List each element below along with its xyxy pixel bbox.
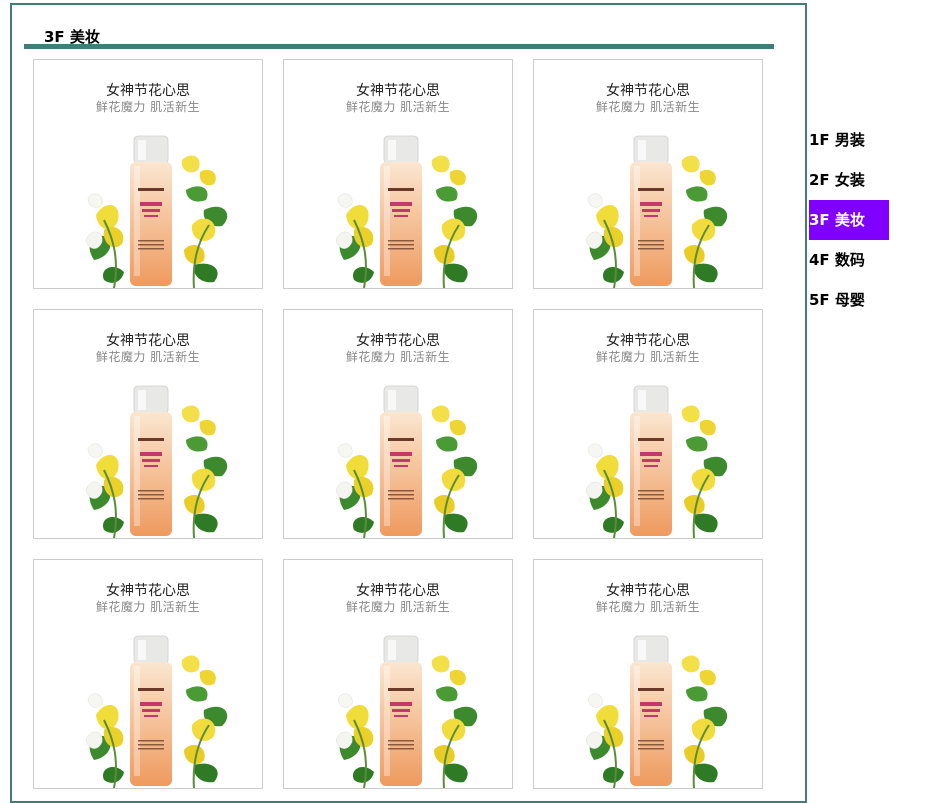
product-image (335, 635, 478, 788)
product-subline: 鲜花魔力 肌活新生 (95, 350, 201, 364)
floor-nav-item[interactable]: 1F 男装 (809, 120, 889, 160)
product-image (335, 385, 478, 538)
product-headline: 女神节花心思 (356, 333, 440, 349)
product-headline: 女神节花心思 (106, 83, 190, 99)
floor-nav-item[interactable]: 4F 数码 (809, 240, 889, 280)
product-headline: 女神节花心思 (356, 83, 440, 99)
product-card[interactable]: 女神节花心思 鲜花魔力 肌活新生 (283, 59, 513, 289)
floor-nav-item[interactable]: 2F 女装 (809, 160, 889, 200)
floor-nav-item[interactable]: 5F 母婴 (809, 280, 889, 320)
product-subline: 鲜花魔力 肌活新生 (345, 100, 451, 114)
product-card[interactable]: 女神节花心思 鲜花魔力 肌活新生 (33, 59, 263, 289)
product-card[interactable]: 女神节花心思 鲜花魔力 肌活新生 (533, 59, 763, 289)
floor-divider (24, 44, 774, 49)
product-headline: 女神节花心思 (106, 333, 190, 349)
product-image (85, 385, 228, 538)
product-subline: 鲜花魔力 肌活新生 (595, 600, 701, 614)
product-subline: 鲜花魔力 肌活新生 (595, 350, 701, 364)
product-subline: 鲜花魔力 肌活新生 (95, 600, 201, 614)
product-subline: 鲜花魔力 肌活新生 (595, 100, 701, 114)
product-card[interactable]: 女神节花心思 鲜花魔力 肌活新生 (533, 309, 763, 539)
product-image (335, 135, 478, 288)
product-headline: 女神节花心思 (356, 583, 440, 599)
product-card[interactable]: 女神节花心思 鲜花魔力 肌活新生 (33, 309, 263, 539)
product-card[interactable]: 女神节花心思 鲜花魔力 肌活新生 (283, 309, 513, 539)
floor-nav-item[interactable]: 3F 美妆 (809, 200, 889, 240)
product-image (585, 135, 728, 288)
product-headline: 女神节花心思 (606, 333, 690, 349)
product-subline: 鲜花魔力 肌活新生 (95, 100, 201, 114)
product-image (85, 635, 228, 788)
product-subline: 鲜花魔力 肌活新生 (345, 600, 451, 614)
product-headline: 女神节花心思 (606, 83, 690, 99)
product-image (85, 135, 228, 288)
product-image (585, 385, 728, 538)
product-subline: 鲜花魔力 肌活新生 (345, 350, 451, 364)
product-image (585, 635, 728, 788)
product-headline: 女神节花心思 (606, 583, 690, 599)
product-headline: 女神节花心思 (106, 583, 190, 599)
